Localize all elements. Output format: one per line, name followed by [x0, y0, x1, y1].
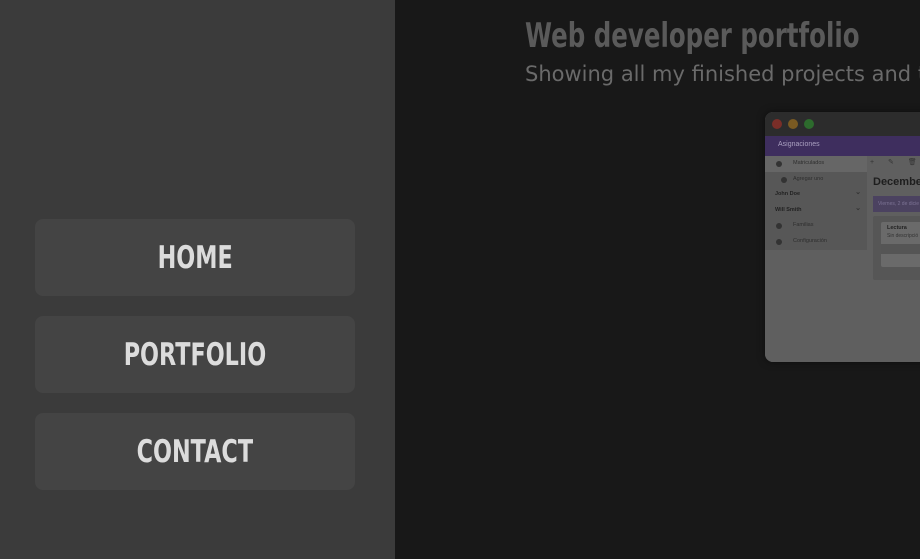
app-body: Matriculados Agregar uno John Doe Will S…	[765, 156, 920, 362]
assignment-button	[881, 244, 920, 254]
window-titlebar	[765, 112, 920, 136]
app-sidebar-item: Matriculados	[765, 156, 867, 172]
app-sidebar-item: Agregar uno	[765, 172, 867, 188]
assignment-card: Lectura Sin descripció	[873, 216, 920, 280]
nav-contact-label: CONTACT	[136, 433, 254, 470]
sidebar-nav: HOME PORTFOLIO CONTACT	[0, 0, 395, 559]
app-sidebar-item: Configuración	[765, 234, 867, 250]
app-sidebar-user: John Doe	[765, 185, 867, 203]
app-header: Asignaciones	[765, 136, 920, 156]
main-content: Web developer portfolio Showing all my f…	[395, 0, 920, 559]
calendar-date-bar: Viernes, 2 de dicie	[873, 196, 920, 212]
people-icon	[776, 223, 782, 230]
calendar-title: December	[873, 176, 920, 188]
assignment-card-inner: Lectura Sin descripció	[881, 222, 920, 267]
add-person-icon	[781, 176, 787, 183]
app-toolbar: + ✎ 🗑	[870, 159, 920, 166]
nav-home-label: HOME	[157, 239, 233, 276]
assignment-title: Lectura	[887, 225, 907, 231]
nav-portfolio-label: PORTFOLIO	[123, 336, 267, 373]
app-sidebar-user: Will Smith	[765, 201, 867, 219]
account-circle-icon	[776, 161, 782, 167]
nav-portfolio-button[interactable]: PORTFOLIO	[35, 316, 355, 393]
app-sidebar: Matriculados Agregar uno John Doe Will S…	[765, 156, 867, 250]
nav-contact-button[interactable]: CONTACT	[35, 413, 355, 490]
minimize-dot-icon	[788, 119, 798, 129]
page-title: Web developer portfolio	[525, 16, 860, 56]
assignment-subtitle: Sin descripció	[887, 233, 919, 239]
app-sidebar-item: Familias	[765, 218, 867, 234]
project-preview-card[interactable]: Asignaciones Matriculados Agregar uno Jo…	[765, 112, 920, 362]
maximize-dot-icon	[804, 119, 814, 129]
page-subtitle: Showing all my finished projects and the	[525, 62, 920, 86]
gear-icon	[776, 238, 782, 245]
nav-home-button[interactable]: HOME	[35, 219, 355, 296]
close-dot-icon	[772, 119, 782, 129]
